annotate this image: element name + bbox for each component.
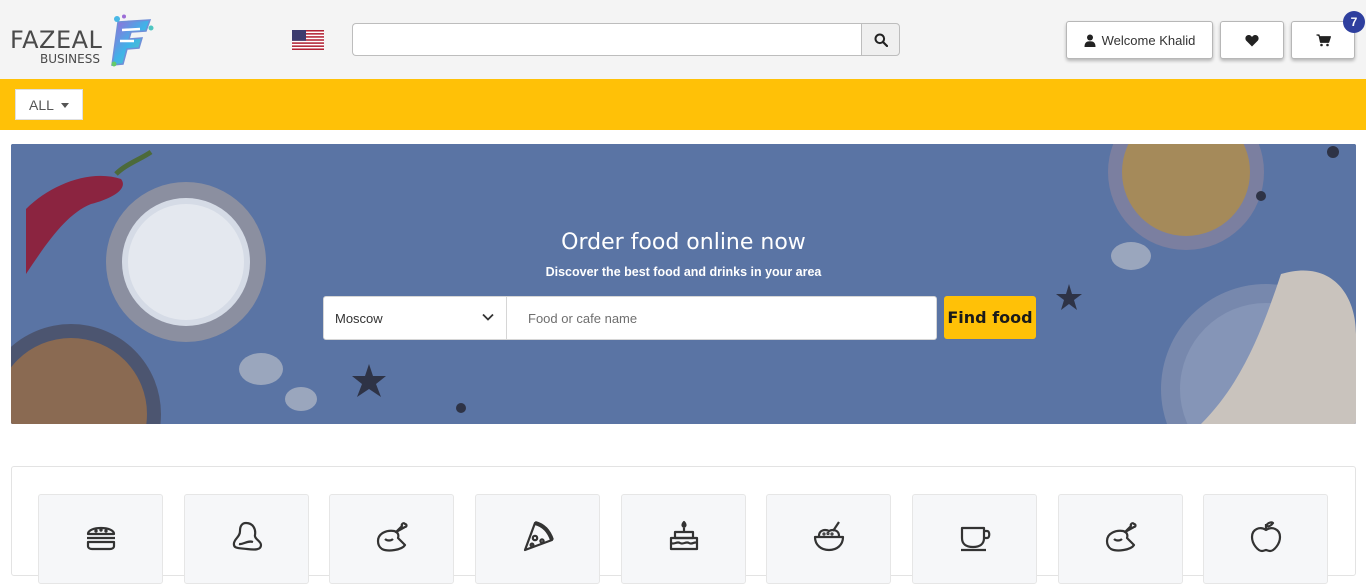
category-tile[interactable] (475, 494, 600, 584)
category-tile[interactable] (1058, 494, 1183, 584)
hero-subtitle: Discover the best food and drinks in you… (545, 265, 822, 279)
cart-count-badge: 7 (1343, 11, 1365, 33)
category-tile[interactable] (329, 494, 454, 584)
category-tile[interactable] (912, 494, 1037, 584)
top-header: FAZEAL BUSINESS Welcome Khalid 7 (0, 0, 1366, 79)
header-search-button[interactable] (861, 23, 900, 56)
hero-title: Order food online now (561, 230, 806, 255)
find-food-button[interactable]: Find food (944, 296, 1036, 339)
category-tile[interactable] (38, 494, 163, 584)
logo-brand-text: FAZEAL (10, 26, 103, 54)
fazeal-business-logo[interactable]: FAZEAL BUSINESS (10, 14, 160, 69)
cake-icon (669, 520, 699, 551)
apple-icon (1250, 521, 1282, 553)
category-tile[interactable] (766, 494, 891, 584)
category-tile[interactable] (1203, 494, 1328, 584)
food-background-image (11, 144, 1356, 424)
all-categories-dropdown[interactable]: ALL (15, 89, 83, 120)
heart-icon (1245, 34, 1259, 46)
chicken-icon (376, 522, 408, 552)
wishlist-button[interactable] (1220, 21, 1284, 59)
welcome-label: Welcome Khalid (1101, 32, 1196, 48)
category-tile[interactable] (184, 494, 309, 584)
account-button[interactable]: Welcome Khalid (1066, 21, 1213, 59)
header-search-input[interactable] (352, 23, 862, 56)
city-select-value: Moscow (335, 310, 383, 326)
logo-f-mark-icon (111, 14, 154, 67)
chevron-down-icon (482, 313, 494, 321)
chicken-icon (1105, 522, 1137, 552)
coffee-cup-icon (960, 526, 991, 552)
food-categories (11, 466, 1356, 584)
caret-down-icon (60, 102, 69, 108)
cart-icon (1316, 33, 1331, 46)
all-categories-label: ALL (29, 96, 54, 113)
category-tile[interactable] (621, 494, 746, 584)
meat-icon (232, 521, 263, 551)
rice-bowl-icon (813, 521, 845, 552)
search-icon (874, 33, 888, 47)
logo-sub-text: BUSINESS (40, 52, 100, 66)
food-search-input[interactable] (506, 296, 937, 340)
city-select[interactable]: Moscow (323, 296, 507, 340)
header-search (352, 23, 900, 56)
burger-icon (86, 526, 116, 551)
hero-banner: Order food online now Discover the best … (11, 144, 1356, 424)
us-flag-icon[interactable] (292, 30, 324, 50)
pizza-icon (523, 521, 554, 552)
category-bar: ALL (0, 79, 1366, 130)
user-icon (1084, 34, 1096, 47)
